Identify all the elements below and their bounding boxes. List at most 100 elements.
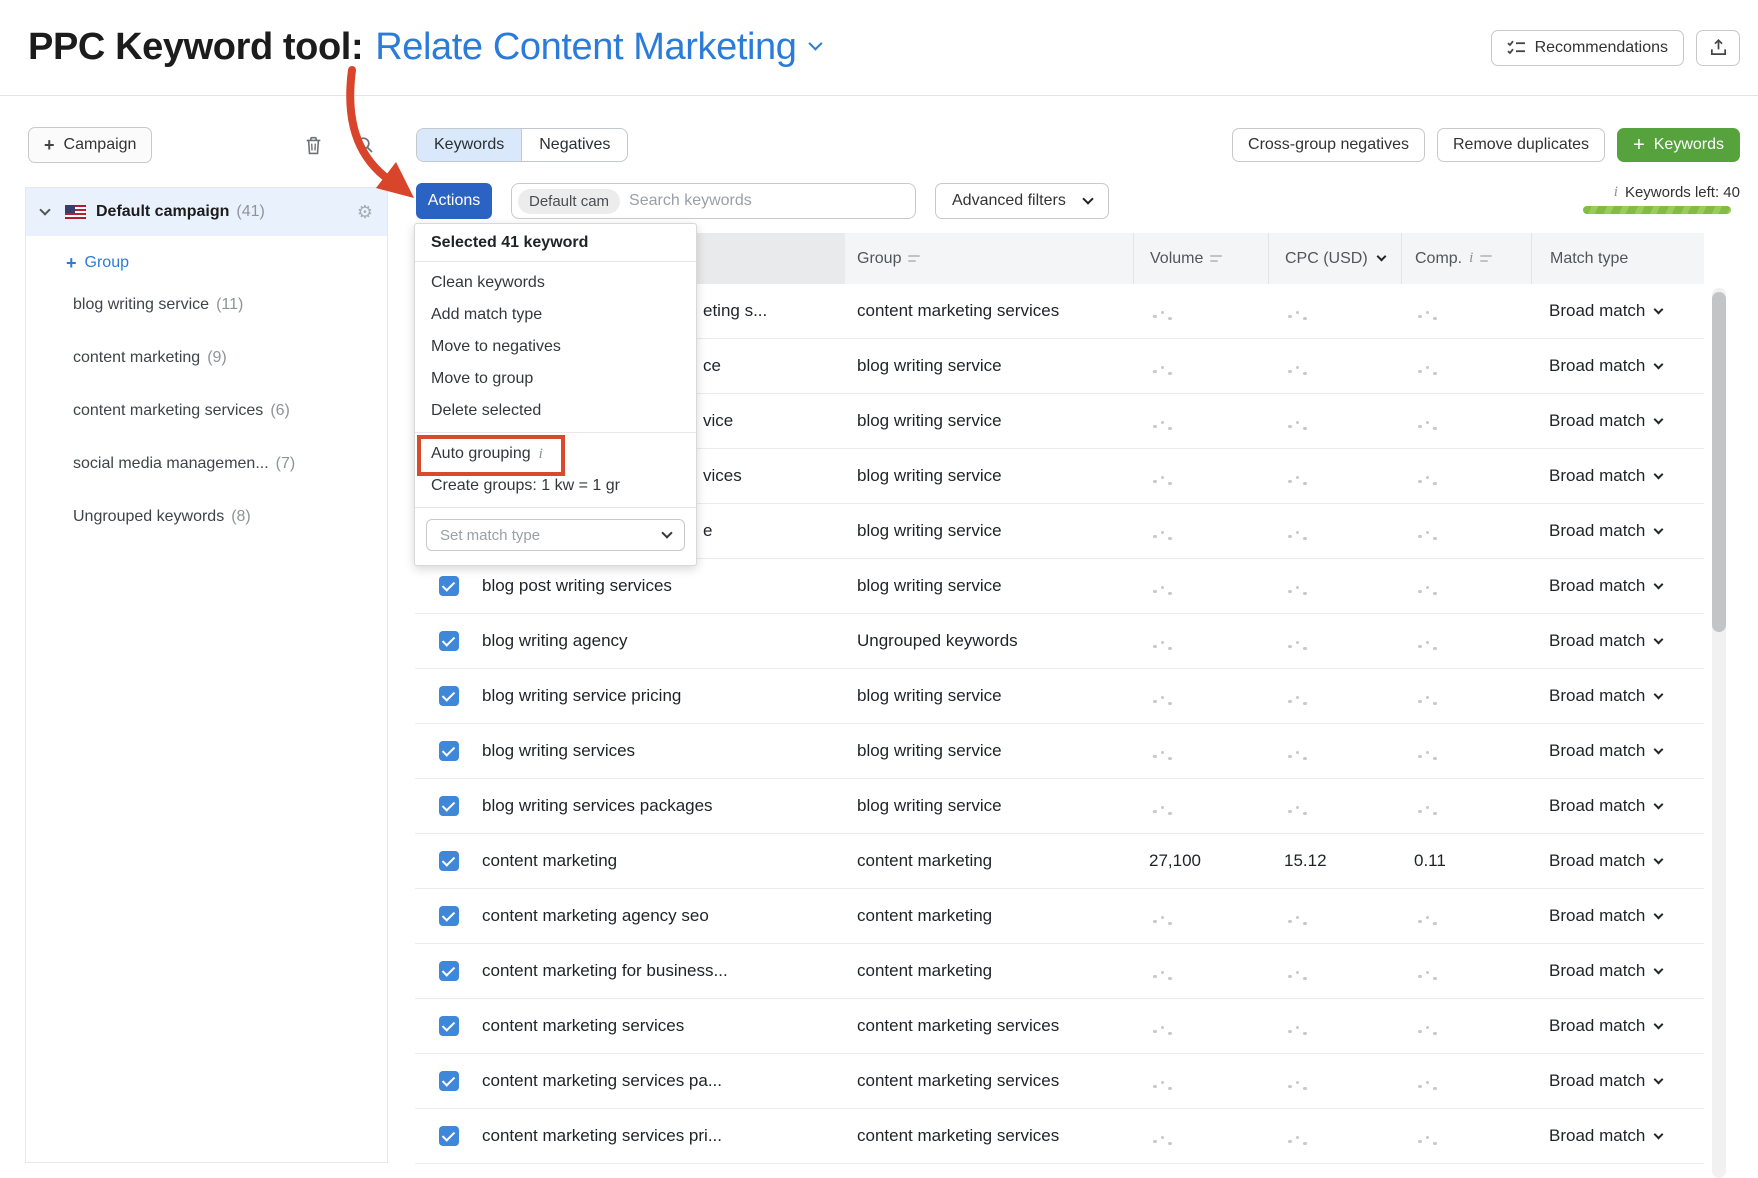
search-icon[interactable] bbox=[350, 130, 380, 160]
add-keywords-button[interactable]: + Keywords bbox=[1617, 128, 1740, 162]
campaign-row-default[interactable]: Default campaign (41) ⚙ bbox=[26, 188, 387, 236]
cpc-cell bbox=[1268, 466, 1401, 486]
match-type-dropdown[interactable]: Broad match bbox=[1549, 1016, 1704, 1036]
sidebar-group-blog-writing-service[interactable]: blog writing service (11) bbox=[26, 278, 387, 331]
header-volume[interactable]: Volume bbox=[1133, 233, 1268, 284]
no-data-dots bbox=[1418, 1083, 1437, 1087]
group-cell: blog writing service bbox=[845, 796, 1133, 816]
keyword-cell: content marketing for business... bbox=[482, 961, 845, 981]
match-type-dropdown[interactable]: Broad match bbox=[1549, 631, 1704, 651]
match-type-dropdown[interactable]: Broad match bbox=[1549, 521, 1704, 541]
row-checkbox-checked[interactable] bbox=[439, 576, 459, 596]
menu-item-move-to-negatives[interactable]: Move to negatives bbox=[415, 331, 696, 363]
chevron-down-icon[interactable] bbox=[39, 204, 50, 215]
gear-icon[interactable]: ⚙ bbox=[357, 203, 373, 221]
sidebar-group-ungrouped-keywords[interactable]: Ungrouped keywords (8) bbox=[26, 490, 387, 543]
keyword-cell: blog post writing services bbox=[482, 576, 845, 596]
menu-item-clean-keywords[interactable]: Clean keywords bbox=[415, 267, 696, 299]
campaign-filter-chip[interactable]: Default cam bbox=[518, 189, 620, 214]
no-data-dots bbox=[1418, 643, 1437, 647]
match-type-dropdown[interactable]: Broad match bbox=[1549, 411, 1704, 431]
campaign-name: Default campaign bbox=[96, 203, 229, 221]
menu-item-delete-selected[interactable]: Delete selected bbox=[415, 395, 696, 427]
sidebar-group-social-media-management[interactable]: social media managemen... (7) bbox=[26, 437, 387, 490]
group-cell: blog writing service bbox=[845, 686, 1133, 706]
campaign-title-dropdown[interactable]: Relate Content Marketing bbox=[375, 26, 796, 69]
add-campaign-button[interactable]: + Campaign bbox=[28, 127, 152, 163]
tab-negatives[interactable]: Negatives bbox=[521, 129, 627, 161]
volume-cell bbox=[1133, 466, 1268, 486]
export-button[interactable] bbox=[1696, 30, 1740, 66]
add-group-button[interactable]: + Group bbox=[66, 254, 129, 272]
match-type-dropdown[interactable]: Broad match bbox=[1549, 356, 1704, 376]
chevron-down-icon bbox=[661, 527, 672, 538]
row-checkbox-checked[interactable] bbox=[439, 686, 459, 706]
volume-cell bbox=[1133, 906, 1268, 926]
comp-cell bbox=[1401, 411, 1531, 431]
chevron-down-icon bbox=[1654, 964, 1664, 974]
keyword-search-box[interactable]: Default cam bbox=[511, 183, 916, 219]
row-checkbox-checked[interactable] bbox=[439, 796, 459, 816]
menu-item-create-groups[interactable]: Create groups: 1 kw = 1 gr bbox=[415, 470, 696, 502]
match-type-dropdown[interactable]: Broad match bbox=[1549, 576, 1704, 596]
chevron-down-icon[interactable] bbox=[808, 36, 822, 50]
match-type-dropdown[interactable]: Broad match bbox=[1549, 906, 1704, 926]
cpc-cell bbox=[1268, 411, 1401, 431]
sidebar-group-content-marketing[interactable]: content marketing (9) bbox=[26, 331, 387, 384]
chevron-down-icon bbox=[1654, 414, 1664, 424]
match-type-value: Broad match bbox=[1549, 301, 1645, 321]
match-type-dropdown[interactable]: Broad match bbox=[1549, 851, 1704, 871]
table-scrollbar-thumb[interactable] bbox=[1712, 292, 1726, 632]
keyword-cell: content marketing agency seo bbox=[482, 906, 845, 926]
row-checkbox-checked[interactable] bbox=[439, 851, 459, 871]
row-checkbox-checked[interactable] bbox=[439, 631, 459, 651]
menu-item-auto-grouping[interactable]: Auto grouping i bbox=[415, 438, 696, 470]
header-group[interactable]: Group bbox=[845, 233, 1133, 284]
match-type-value: Broad match bbox=[1549, 851, 1645, 871]
group-cell: blog writing service bbox=[845, 521, 1133, 541]
sidebar-group-content-marketing-services[interactable]: content marketing services (6) bbox=[26, 384, 387, 437]
row-checkbox-checked[interactable] bbox=[439, 741, 459, 761]
table-scrollbar-track[interactable] bbox=[1712, 288, 1726, 1178]
header-comp[interactable]: Comp. i bbox=[1401, 233, 1531, 284]
header-cpc[interactable]: CPC (USD) bbox=[1268, 233, 1401, 284]
app-header: PPC Keyword tool: Relate Content Marketi… bbox=[0, 0, 1758, 96]
recommendations-button[interactable]: Recommendations bbox=[1491, 30, 1684, 66]
tab-keywords[interactable]: Keywords bbox=[417, 129, 521, 161]
add-keywords-label: Keywords bbox=[1654, 136, 1724, 154]
cross-group-negatives-button[interactable]: Cross-group negatives bbox=[1232, 128, 1425, 162]
match-type-dropdown[interactable]: Broad match bbox=[1549, 741, 1704, 761]
match-type-dropdown[interactable]: Broad match bbox=[1549, 1071, 1704, 1091]
match-type-value: Broad match bbox=[1549, 576, 1645, 596]
advanced-filters-button[interactable]: Advanced filters bbox=[935, 183, 1109, 219]
table-row: blog writing agency Ungrouped keywords B… bbox=[415, 614, 1704, 669]
match-type-dropdown[interactable]: Broad match bbox=[1549, 1126, 1704, 1146]
keyword-cell: blog writing services packages bbox=[482, 796, 845, 816]
match-type-dropdown[interactable]: Broad match bbox=[1549, 961, 1704, 981]
set-match-type-select[interactable]: Set match type bbox=[426, 519, 685, 551]
chevron-down-icon bbox=[1654, 1129, 1664, 1139]
menu-item-add-match-type[interactable]: Add match type bbox=[415, 299, 696, 331]
no-data-dots bbox=[1153, 753, 1172, 757]
row-checkbox-checked[interactable] bbox=[439, 1016, 459, 1036]
row-checkbox-checked[interactable] bbox=[439, 1071, 459, 1091]
row-checkbox-checked[interactable] bbox=[439, 906, 459, 926]
group-cell: content marketing services bbox=[845, 1071, 1133, 1091]
row-checkbox-checked[interactable] bbox=[439, 1126, 459, 1146]
match-type-dropdown[interactable]: Broad match bbox=[1549, 301, 1704, 321]
no-data-dots bbox=[1153, 1138, 1172, 1142]
row-checkbox-checked[interactable] bbox=[439, 961, 459, 981]
menu-item-move-to-group[interactable]: Move to group bbox=[415, 363, 696, 395]
match-type-value: Broad match bbox=[1549, 961, 1645, 981]
match-type-dropdown[interactable]: Broad match bbox=[1549, 686, 1704, 706]
trash-icon[interactable] bbox=[298, 130, 328, 160]
match-type-dropdown[interactable]: Broad match bbox=[1549, 466, 1704, 486]
volume-cell bbox=[1133, 1016, 1268, 1036]
remove-duplicates-button[interactable]: Remove duplicates bbox=[1437, 128, 1605, 162]
no-data-dots bbox=[1288, 1083, 1307, 1087]
group-cell: content marketing services bbox=[845, 1016, 1133, 1036]
search-input[interactable] bbox=[629, 192, 905, 210]
actions-button[interactable]: Actions bbox=[416, 183, 492, 219]
match-type-dropdown[interactable]: Broad match bbox=[1549, 796, 1704, 816]
group-count: (11) bbox=[216, 296, 243, 314]
